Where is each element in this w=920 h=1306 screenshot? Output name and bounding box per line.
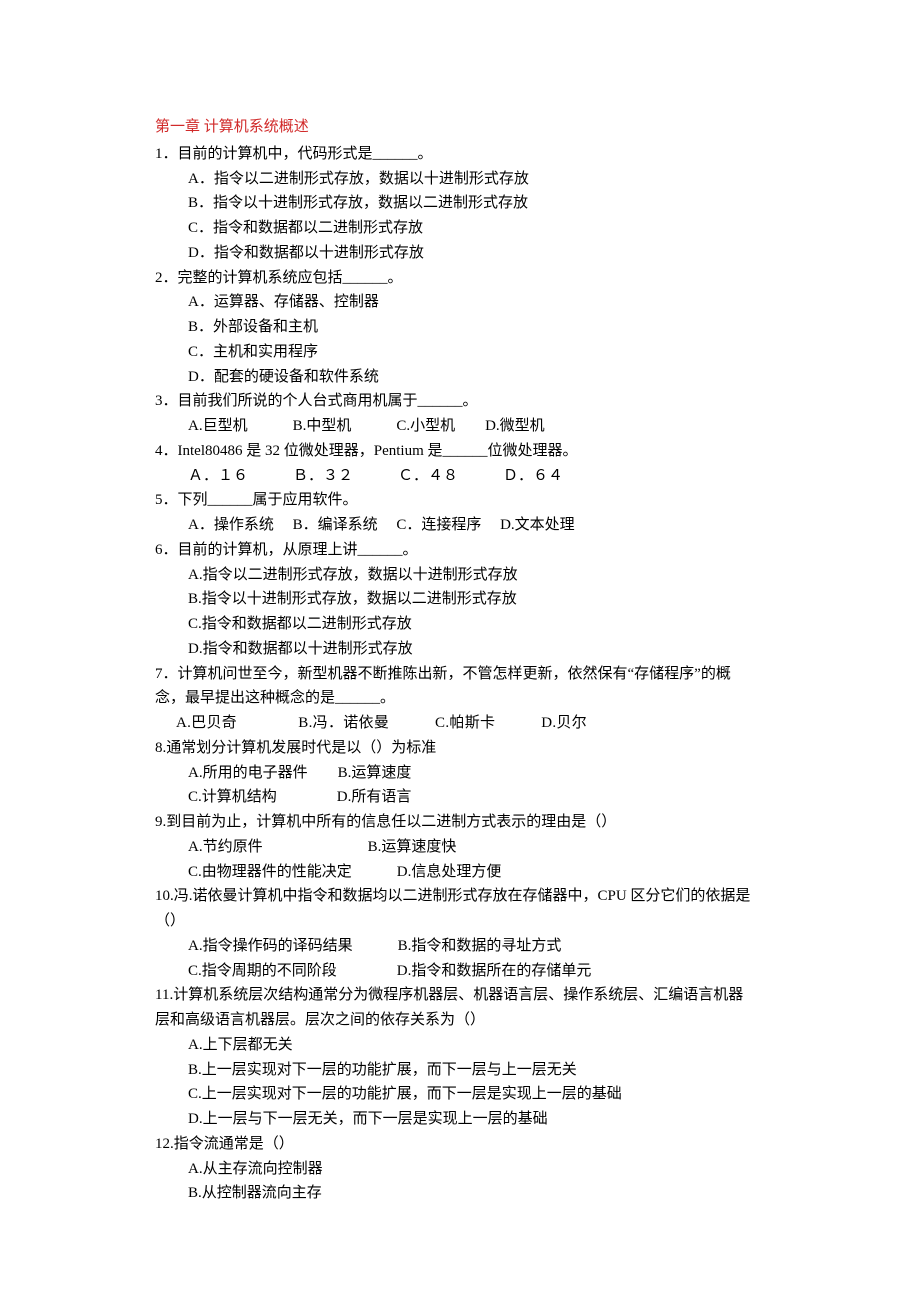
- question-12: 12.指令流通常是（） A.从主存流向控制器 B.从控制器流向主存: [155, 1132, 770, 1206]
- question-stem: 2．完整的计算机系统应包括______。: [155, 266, 770, 291]
- question-stem: 6．目前的计算机，从原理上讲______。: [155, 538, 770, 563]
- chapter-title: 第一章 计算机系统概述: [155, 115, 770, 140]
- options-inline: A．操作系统 B．编译系统 C．连接程序 D.文本处理: [155, 513, 770, 538]
- question-stem: 5．下列______属于应用软件。: [155, 488, 770, 513]
- option-c: C．主机和实用程序: [155, 340, 770, 365]
- options-line-2: C.由物理器件的性能决定 D.信息处理方便: [155, 860, 770, 885]
- question-8: 8.通常划分计算机发展时代是以（）为标准 A.所用的电子器件 B.运算速度 C.…: [155, 736, 770, 810]
- question-stem: 1．目前的计算机中，代码形式是______。: [155, 142, 770, 167]
- option-d: D.指令和数据都以十进制形式存放: [155, 637, 770, 662]
- option-b: B．外部设备和主机: [155, 315, 770, 340]
- option-d: D．配套的硬设备和软件系统: [155, 365, 770, 390]
- question-6: 6．目前的计算机，从原理上讲______。 A.指令以二进制形式存放，数据以十进…: [155, 538, 770, 662]
- document-page: 第一章 计算机系统概述 1．目前的计算机中，代码形式是______。 A．指令以…: [0, 0, 920, 1306]
- option-a: A.指令以二进制形式存放，数据以十进制形式存放: [155, 563, 770, 588]
- option-c: C．指令和数据都以二进制形式存放: [155, 216, 770, 241]
- question-7: 7．计算机问世至今，新型机器不断推陈出新，不管怎样更新，依然保有“存储程序”的概…: [155, 662, 770, 736]
- options-line-1: A.所用的电子器件 B.运算速度: [155, 761, 770, 786]
- option-c: C.上一层实现对下一层的功能扩展，而下一层是实现上一层的基础: [155, 1082, 770, 1107]
- option-b: B.上一层实现对下一层的功能扩展，而下一层与上一层无关: [155, 1058, 770, 1083]
- options-inline: Ａ．１６ Ｂ．３２ Ｃ．４８ Ｄ．６４: [155, 464, 770, 489]
- question-stem: 8.通常划分计算机发展时代是以（）为标准: [155, 736, 770, 761]
- option-a: A．指令以二进制形式存放，数据以十进制形式存放: [155, 167, 770, 192]
- options-line-1: A.节约原件 B.运算速度快: [155, 835, 770, 860]
- question-stem: 11.计算机系统层次结构通常分为微程序机器层、机器语言层、操作系统层、汇编语言机…: [155, 983, 770, 1008]
- options-line-1: A.指令操作码的译码结果 B.指令和数据的寻址方式: [155, 934, 770, 959]
- options-inline: A.巨型机 B.中型机 C.小型机 D.微型机: [155, 414, 770, 439]
- question-stem: 12.指令流通常是（）: [155, 1132, 770, 1157]
- option-d: D.上一层与下一层无关，而下一层是实现上一层的基础: [155, 1107, 770, 1132]
- option-c: C.指令和数据都以二进制形式存放: [155, 612, 770, 637]
- question-4: 4．Intel80486 是 32 位微处理器，Pentium 是______位…: [155, 439, 770, 489]
- question-5: 5．下列______属于应用软件。 A．操作系统 B．编译系统 C．连接程序 D…: [155, 488, 770, 538]
- question-stem: 10.冯.诺依曼计算机中指令和数据均以二进制形式存放在存储器中，CPU 区分它们…: [155, 884, 770, 909]
- question-stem-cont: （）: [155, 909, 770, 934]
- question-10: 10.冯.诺依曼计算机中指令和数据均以二进制形式存放在存储器中，CPU 区分它们…: [155, 884, 770, 983]
- option-a: A.从主存流向控制器: [155, 1157, 770, 1182]
- question-stem: 4．Intel80486 是 32 位微处理器，Pentium 是______位…: [155, 439, 770, 464]
- option-a: A.上下层都无关: [155, 1033, 770, 1058]
- option-b: B.从控制器流向主存: [155, 1181, 770, 1206]
- question-stem: 3．目前我们所说的个人台式商用机属于______。: [155, 389, 770, 414]
- option-a: A．运算器、存储器、控制器: [155, 290, 770, 315]
- question-2: 2．完整的计算机系统应包括______。 A．运算器、存储器、控制器 B．外部设…: [155, 266, 770, 390]
- question-stem-cont: 念，最早提出这种概念的是______。: [155, 686, 770, 711]
- question-stem-cont: 层和高级语言机器层。层次之间的依存关系为（）: [155, 1008, 770, 1033]
- option-b: B.指令以十进制形式存放，数据以二进制形式存放: [155, 587, 770, 612]
- options-line-2: C.指令周期的不同阶段 D.指令和数据所在的存储单元: [155, 959, 770, 984]
- question-11: 11.计算机系统层次结构通常分为微程序机器层、机器语言层、操作系统层、汇编语言机…: [155, 983, 770, 1132]
- option-d: D．指令和数据都以十进制形式存放: [155, 241, 770, 266]
- question-stem: 9.到目前为止，计算机中所有的信息任以二进制方式表示的理由是（）: [155, 810, 770, 835]
- options-line-2: C.计算机结构 D.所有语言: [155, 785, 770, 810]
- question-1: 1．目前的计算机中，代码形式是______。 A．指令以二进制形式存放，数据以十…: [155, 142, 770, 266]
- question-stem: 7．计算机问世至今，新型机器不断推陈出新，不管怎样更新，依然保有“存储程序”的概: [155, 662, 770, 687]
- options-inline: A.巴贝奇 B.冯．诺依曼 C.帕斯卡 D.贝尔: [155, 711, 770, 736]
- question-9: 9.到目前为止，计算机中所有的信息任以二进制方式表示的理由是（） A.节约原件 …: [155, 810, 770, 884]
- question-3: 3．目前我们所说的个人台式商用机属于______。 A.巨型机 B.中型机 C.…: [155, 389, 770, 439]
- option-b: B．指令以十进制形式存放，数据以二进制形式存放: [155, 191, 770, 216]
